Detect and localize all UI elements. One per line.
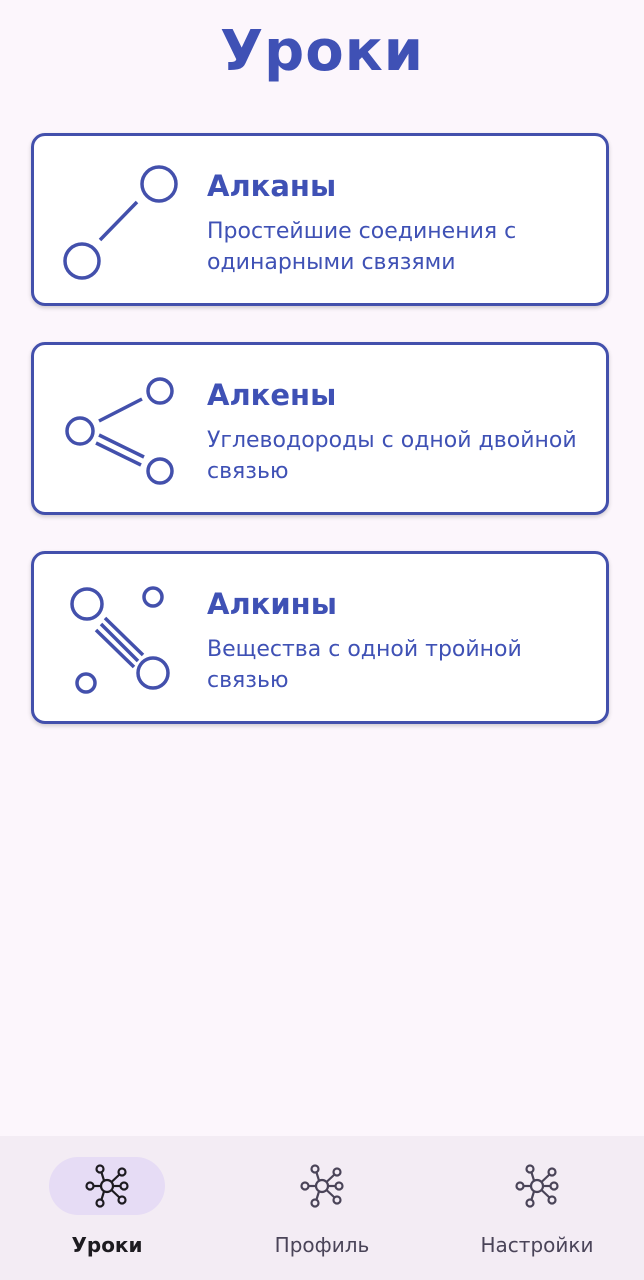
nav-label: Настройки xyxy=(480,1233,594,1257)
lesson-title: Алканы xyxy=(207,169,337,203)
lesson-description: Вещества с одной тройной связью xyxy=(207,637,522,693)
nav-item-settings[interactable]: Настройки xyxy=(430,1136,644,1280)
lesson-title: Алкины xyxy=(207,587,337,621)
nav-label: Уроки xyxy=(71,1233,143,1257)
nav-label: Профиль xyxy=(274,1233,370,1257)
lesson-description: Углеводороды с одной двойной связью xyxy=(207,428,577,484)
molecule-icon xyxy=(300,1164,344,1208)
lesson-title: Алкены xyxy=(207,378,337,412)
bottom-navigation: Уроки Профиль Настройки xyxy=(0,1136,644,1280)
double-bond-icon xyxy=(65,377,174,485)
lesson-card-alkynes[interactable]: Алкины Вещества с одной тройной связью xyxy=(31,551,609,724)
lesson-description: Простейшие соединения с одинарными связя… xyxy=(207,219,517,275)
lesson-card-alkanes[interactable]: Алканы Простейшие соединения с одинарным… xyxy=(31,133,609,306)
nav-item-profile[interactable]: Профиль xyxy=(215,1136,429,1280)
molecule-icon xyxy=(85,1164,129,1208)
molecule-icon xyxy=(515,1164,559,1208)
nav-item-lessons[interactable]: Уроки xyxy=(0,1136,214,1280)
single-bond-icon xyxy=(63,165,178,280)
triple-bond-icon xyxy=(70,586,170,694)
page-title: Уроки xyxy=(220,19,424,84)
lesson-card-alkenes[interactable]: Алкены Углеводороды с одной двойной связ… xyxy=(31,342,609,515)
